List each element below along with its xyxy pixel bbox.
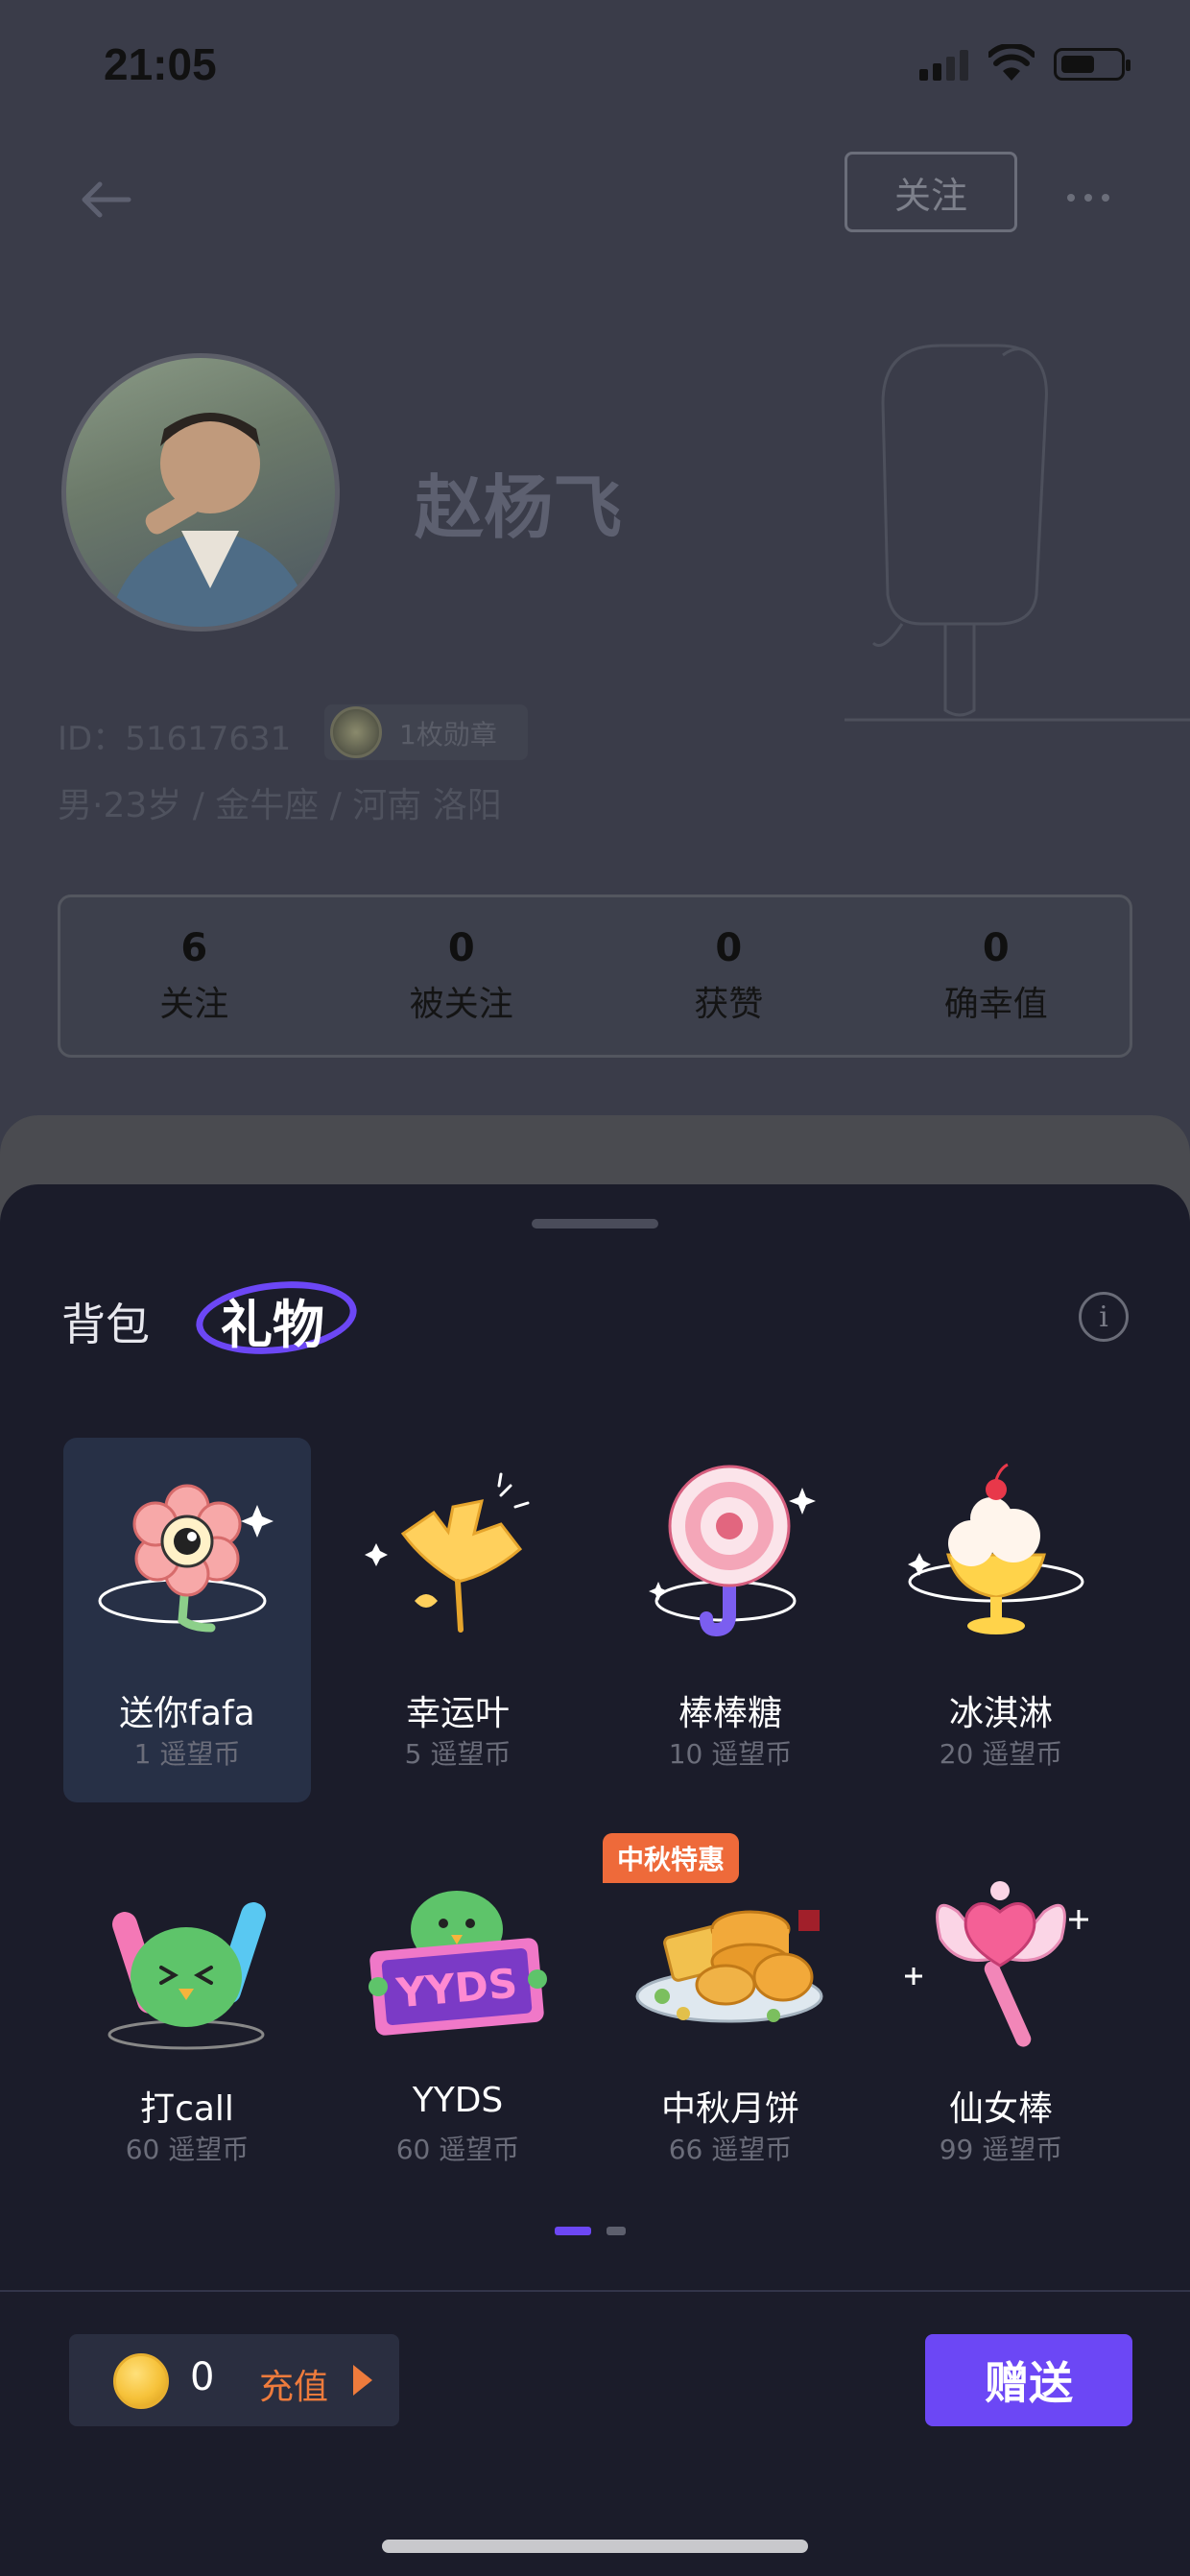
flower-icon [98,1484,274,1633]
gift-name: 幸运叶 [405,1694,510,1733]
wifi-icon [988,44,1035,81]
gift-price: 66 遥望币 [668,2134,793,2165]
tab-gifts[interactable]: 礼物 [221,1282,324,1358]
back-arrow-icon[interactable] [79,180,132,219]
chevron-right-icon[interactable] [353,2365,372,2396]
gift-name: 打call [140,2089,234,2129]
page-indicator-inactive[interactable] [607,2227,626,2235]
gift-item[interactable]: 打call 60 遥望币 [63,1833,311,2198]
info-icon[interactable]: i [1079,1292,1129,1342]
cellular-signal-icon [919,48,969,81]
status-bar: 21:05 [0,0,1190,134]
medal-badge[interactable]: 1枚勋章 [324,704,528,760]
gift-item[interactable]: 冰淇淋 20 遥望币 [877,1438,1125,1802]
gift-price: 10 遥望币 [668,1738,793,1770]
wallet-box: 0 充值 [69,2334,399,2426]
lollipop-icon [649,1465,816,1637]
stat-followers[interactable]: 0 被关注 [328,897,596,1055]
tab-backpack[interactable]: 背包 [61,1290,150,1353]
profile-name: 赵杨飞 [415,467,623,548]
stat-following[interactable]: 6 关注 [60,897,328,1055]
profile-info: 男·23岁 / 金牛座 / 河南 洛阳 [58,786,502,825]
coin-icon [113,2353,169,2409]
user-id: ID：51617631 [58,720,292,758]
glow-stick-bird-icon [107,1902,266,2050]
follow-button[interactable]: 关注 [845,152,1017,232]
popsicle-illustration-icon [845,344,1190,722]
battery-icon [1054,48,1130,81]
gift-price: 5 遥望币 [404,1738,512,1770]
ginkgo-leaf-icon [365,1472,530,1633]
gift-name: 仙女棒 [948,2089,1053,2129]
yyds-sign-icon: YYDS [369,1891,547,2036]
stats-panel: 6 关注 0 被关注 0 获赞 0 确幸值 [58,894,1132,1058]
stat-value: 0 [715,926,743,970]
gift-price: 60 遥望币 [395,2134,520,2165]
stat-label: 关注 [159,985,229,1024]
stat-label: 确幸值 [943,985,1048,1024]
stat-happiness[interactable]: 0 确幸值 [863,897,1130,1055]
gift-item[interactable]: 幸运叶 5 遥望币 [334,1438,582,1802]
gift-price: 20 遥望币 [939,1738,1063,1770]
stat-likes[interactable]: 0 获赞 [595,897,863,1055]
medal-icon [330,706,382,758]
divider [0,2290,1190,2292]
gift-name: YYDS [412,2081,504,2120]
fairy-wand-icon [905,1881,1088,2047]
gift-name: 送你fafa [119,1694,255,1733]
gift-price: 99 遥望币 [939,2134,1063,2165]
gift-item[interactable]: 棒棒糖 10 遥望币 [607,1438,854,1802]
gift-item[interactable]: 中秋月饼 66 遥望币 [607,1833,854,2198]
gift-name: 冰淇淋 [948,1694,1053,1733]
send-button[interactable]: 赠送 [925,2334,1132,2426]
avatar[interactable] [61,353,340,632]
gift-item[interactable]: YYDS YYDS 60 遥望币 [334,1833,582,2198]
gift-price: 60 遥望币 [125,2134,250,2165]
stat-value: 0 [982,926,1010,970]
stat-value: 0 [447,926,475,970]
more-options-icon[interactable] [1067,188,1125,207]
sheet-drag-handle[interactable] [532,1219,658,1228]
gift-price: 1 遥望币 [133,1738,241,1770]
gift-name: 中秋月饼 [660,2089,799,2129]
home-indicator[interactable] [382,2540,808,2553]
gift-item[interactable]: 送你fafa 1 遥望币 [63,1438,311,1802]
gift-item[interactable]: 仙女棒 99 遥望币 [877,1833,1125,2198]
stat-label: 被关注 [409,985,513,1024]
stat-label: 获赞 [694,985,764,1024]
recharge-link[interactable]: 充值 [259,2359,328,2409]
gift-name: 棒棒糖 [678,1694,782,1733]
stat-value: 6 [180,926,208,970]
page-indicator-active[interactable] [555,2227,591,2235]
status-time: 21:05 [104,39,217,89]
ice-cream-icon [908,1463,1084,1634]
medal-count: 1枚勋章 [399,719,497,751]
coin-balance: 0 [190,2355,215,2399]
promo-badge: 中秋特惠 [603,1833,739,1883]
